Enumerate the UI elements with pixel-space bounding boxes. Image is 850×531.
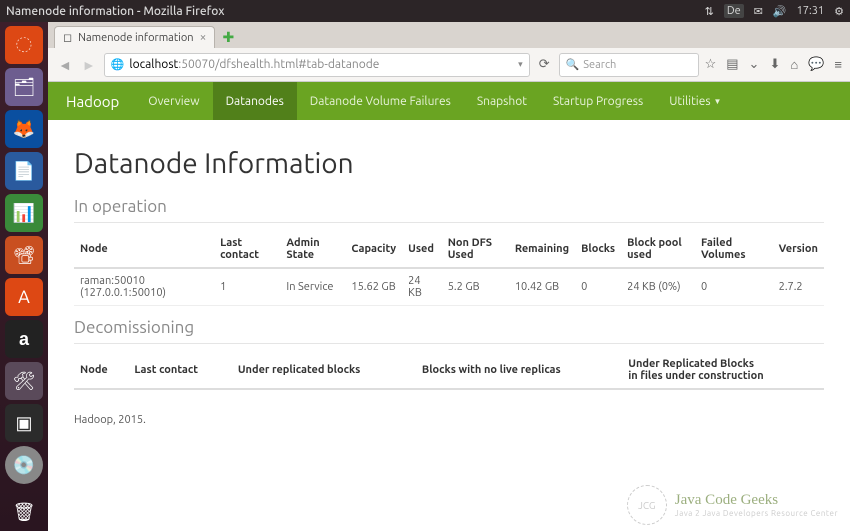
table-row: raman:50010 (127.0.0.1:50010) 1 In Servi… — [74, 268, 824, 306]
page-footer: Hadoop, 2015. — [74, 414, 824, 426]
cell-version: 2.7.2 — [773, 268, 824, 306]
home-icon[interactable]: ⌂ — [790, 57, 798, 72]
section-decommissioning: Decomissioning — [74, 318, 824, 344]
nav-utilities[interactable]: Utilities▼ — [656, 82, 734, 120]
reload-button[interactable]: ⟳ — [536, 57, 553, 72]
cell-remaining: 10.42 GB — [509, 268, 575, 306]
browser-toolbar: ◄ ► 🌐 localhost:50070/dfshealth.html#tab… — [48, 48, 850, 82]
toolbar-icons: ☆ ▤ ⌄ ⬇ ⌂ 💬 ≡ — [705, 57, 842, 72]
nav-snapshot[interactable]: Snapshot — [464, 82, 540, 120]
trash-icon[interactable]: 🗑 — [5, 493, 43, 531]
tab-title: Namenode information — [78, 32, 193, 44]
nav-datanodes[interactable]: Datanodes — [213, 82, 297, 120]
col-failed-volumes: Failed Volumes — [695, 231, 773, 268]
col-remaining: Remaining — [509, 231, 575, 268]
network-icon[interactable]: ⇅ — [705, 5, 714, 18]
col-node: Node — [74, 352, 128, 389]
gear-icon[interactable]: ⚙ — [834, 5, 844, 18]
nav-volume-failures[interactable]: Datanode Volume Failures — [297, 82, 464, 120]
ubuntu-launcher: ◌ 🗂 🦊 📄 📊 📽 A a 🛠 ▣ 💿 🗑 — [0, 22, 48, 531]
disk-icon[interactable]: 💿 — [5, 446, 43, 484]
globe-icon: 🌐 — [111, 58, 125, 71]
search-placeholder: Search — [583, 59, 616, 71]
col-last-contact: Last contact — [214, 231, 280, 268]
cell-capacity: 15.62 GB — [345, 268, 402, 306]
col-admin-state: Admin State — [280, 231, 345, 268]
terminal-icon[interactable]: ▣ — [5, 404, 43, 442]
cell-admin-state: In Service — [280, 268, 345, 306]
col-non-dfs-used: Non DFS Used — [442, 231, 509, 268]
forward-button[interactable]: ► — [80, 57, 98, 73]
cell-non-dfs-used: 5.2 GB — [442, 268, 509, 306]
sound-icon[interactable]: 🔊 — [773, 5, 787, 18]
bookmark-star-icon[interactable]: ☆ — [705, 57, 717, 72]
col-version: Version — [773, 231, 824, 268]
amazon-icon[interactable]: a — [5, 320, 43, 358]
url-bar[interactable]: 🌐 localhost:50070/dfshealth.html#tab-dat… — [104, 53, 530, 77]
nav-overview[interactable]: Overview — [135, 82, 212, 120]
col-used: Used — [402, 231, 442, 268]
col-capacity: Capacity — [345, 231, 402, 268]
chat-icon[interactable]: 💬 — [808, 57, 824, 72]
search-box[interactable]: 🔍 Search — [559, 53, 699, 77]
col-block-pool-used: Block pool used — [621, 231, 695, 268]
os-topbar: Namenode information - Mozilla Firefox ⇅… — [0, 0, 850, 22]
cell-used: 24 KB — [402, 268, 442, 306]
browser-window: ◻ Namenode information × ✚ ◄ ► 🌐 localho… — [48, 22, 850, 531]
page-content: Datanode Information In operation Node L… — [48, 120, 850, 436]
col-under-replicated: Under replicated blocks — [232, 352, 416, 389]
window-title: Namenode information - Mozilla Firefox — [6, 5, 705, 18]
close-tab-icon[interactable]: × — [200, 31, 207, 44]
tab-strip: ◻ Namenode information × ✚ — [48, 22, 850, 48]
browser-tab[interactable]: ◻ Namenode information × — [54, 26, 215, 48]
clock[interactable]: 17:31 — [797, 5, 825, 17]
menu-icon[interactable]: ≡ — [834, 57, 842, 72]
hadoop-navbar: Hadoop Overview Datanodes Datanode Volum… — [48, 82, 850, 120]
keyboard-lang-indicator[interactable]: De — [724, 4, 744, 18]
cell-block-pool-used: 24 KB (0%) — [621, 268, 695, 306]
firefox-icon[interactable]: 🦊 — [5, 110, 43, 148]
nav-startup-progress[interactable]: Startup Progress — [540, 82, 656, 120]
decommissioning-table: Node Last contact Under replicated block… — [74, 352, 824, 390]
url-path: :50070/dfshealth.html#tab-datanode — [178, 58, 379, 71]
impress-icon[interactable]: 📽 — [5, 236, 43, 274]
section-in-operation: In operation — [74, 197, 824, 223]
pocket-icon[interactable]: ⌄ — [749, 57, 760, 72]
table-header-row: Node Last contact Admin State Capacity U… — [74, 231, 824, 268]
writer-icon[interactable]: 📄 — [5, 152, 43, 190]
new-tab-button[interactable]: ✚ — [219, 28, 237, 46]
cell-blocks: 0 — [575, 268, 621, 306]
back-button[interactable]: ◄ — [56, 57, 74, 73]
brand[interactable]: Hadoop — [66, 82, 135, 120]
in-operation-table: Node Last contact Admin State Capacity U… — [74, 231, 824, 306]
software-center-icon[interactable]: A — [5, 278, 43, 316]
tab-favicon: ◻ — [63, 31, 72, 44]
dash-icon[interactable]: ◌ — [5, 26, 43, 64]
cell-failed-volumes: 0 — [695, 268, 773, 306]
page-title: Datanode Information — [74, 148, 824, 179]
col-node: Node — [74, 231, 214, 268]
col-last-contact: Last contact — [128, 352, 231, 389]
col-under-construction: Under Replicated Blocks in files under c… — [622, 352, 824, 389]
search-icon: 🔍 — [566, 58, 580, 71]
system-indicators: ⇅ De ✉ 🔊 17:31 ⚙ — [705, 4, 844, 18]
url-dropdown-icon[interactable]: ▾ — [518, 59, 523, 70]
col-blocks: Blocks — [575, 231, 621, 268]
page-viewport: Hadoop Overview Datanodes Datanode Volum… — [48, 82, 850, 531]
col-no-live-replicas: Blocks with no live replicas — [416, 352, 622, 389]
chevron-down-icon: ▼ — [714, 97, 722, 106]
calc-icon[interactable]: 📊 — [5, 194, 43, 232]
files-icon[interactable]: 🗂 — [5, 68, 43, 106]
cell-node: raman:50010 (127.0.0.1:50010) — [74, 268, 214, 306]
cell-last-contact: 1 — [214, 268, 280, 306]
url-host: localhost — [129, 58, 178, 71]
messaging-icon[interactable]: ✉ — [754, 5, 763, 18]
bookmarks-list-icon[interactable]: ▤ — [726, 57, 738, 72]
table-header-row: Node Last contact Under replicated block… — [74, 352, 824, 389]
settings-icon[interactable]: 🛠 — [5, 362, 43, 400]
downloads-icon[interactable]: ⬇ — [769, 57, 780, 72]
